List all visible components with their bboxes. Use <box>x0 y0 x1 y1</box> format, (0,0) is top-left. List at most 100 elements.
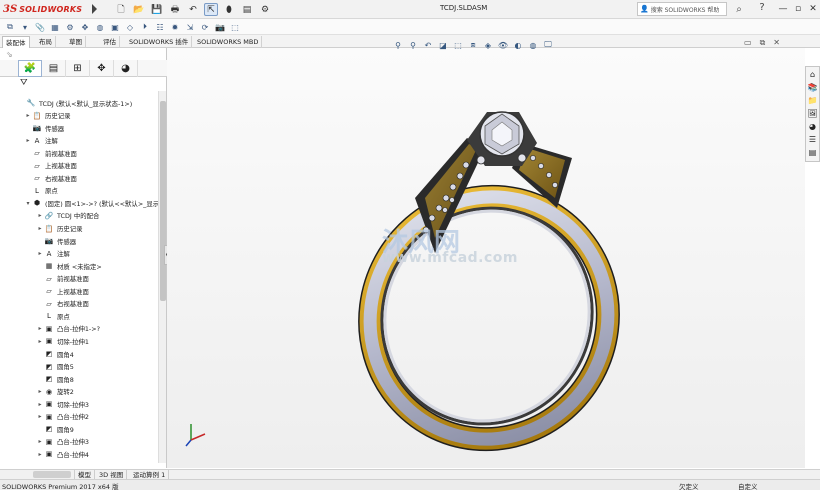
tree-node[interactable]: ◩ 圆角5 <box>36 361 74 373</box>
tree-scrollbar[interactable] <box>158 91 166 463</box>
new-document-icon[interactable]: 🗋 <box>114 3 128 16</box>
expand-toggle-icon[interactable]: ▸ <box>24 112 32 119</box>
help-icon[interactable]: ? <box>756 2 768 16</box>
tree-scroll-thumb[interactable] <box>160 101 166 301</box>
tree-node[interactable]: ▸ ▣ 凸台-拉伸2 <box>36 411 88 423</box>
instant3d-icon[interactable]: ⇲ <box>184 21 196 33</box>
tree-node[interactable]: ▸ ▣ 切除-拉伸3 <box>36 398 88 410</box>
file-explorer-icon[interactable]: 📁 <box>807 95 818 106</box>
appearances-icon[interactable]: ◕ <box>807 121 818 132</box>
undo-icon[interactable]: ↶ <box>186 3 200 16</box>
tree-node[interactable]: ▸ A 注解 <box>24 135 57 147</box>
open-document-icon[interactable]: 📂 <box>132 3 146 16</box>
expand-toggle-icon[interactable]: ▸ <box>24 137 32 144</box>
tree-node[interactable]: ▸ A 注解 <box>36 248 69 260</box>
tree-node[interactable]: 📷 传感器 <box>24 122 65 134</box>
tree-node[interactable]: L 原点 <box>36 310 70 322</box>
reference-geometry-icon[interactable]: ◇ <box>124 21 136 33</box>
expand-toggle-icon[interactable]: ▸ <box>36 388 44 395</box>
viewport-minimize-icon[interactable]: ▭ <box>744 38 752 48</box>
close-button[interactable]: ✕ <box>806 2 820 16</box>
viewport-window-controls: ▭ ⧉ ✕ <box>744 38 780 48</box>
custom-properties-icon[interactable]: ☰ <box>807 134 818 145</box>
tree-node[interactable]: ▸ ◉ 旋转2 <box>36 386 73 398</box>
smart-fasteners-icon[interactable]: ⚙ <box>64 21 76 33</box>
expand-toggle-icon[interactable]: ▸ <box>36 338 44 345</box>
tab-sketch[interactable]: 草图 <box>66 36 86 48</box>
tree-node[interactable]: ▸ 🔗 TCDJ 中的配合 <box>36 210 99 222</box>
tree-node[interactable]: ▱ 前视基准面 <box>36 273 89 285</box>
tab-mbd[interactable]: SOLIDWORKS MBD <box>194 36 263 48</box>
move-component-icon[interactable]: ✥ <box>79 21 91 33</box>
expand-toggle-icon[interactable]: ▸ <box>36 325 44 332</box>
viewport-restore-icon[interactable]: ⧉ <box>760 38 766 48</box>
tab-evaluate[interactable]: 评估 <box>100 36 120 48</box>
help-search-input[interactable]: 👤 搜索 SOLIDWORKS 帮助 <box>637 2 727 16</box>
take-snapshot-icon[interactable]: 📷 <box>214 21 226 33</box>
expand-toggle-icon[interactable]: ▸ <box>36 225 44 232</box>
tab-assembly[interactable]: 装配体 <box>2 36 30 48</box>
tree-node-label: 前视基准面 <box>45 149 77 158</box>
solidworks-resources-icon[interactable]: ⌂ <box>807 69 818 80</box>
viewport-close-icon[interactable]: ✕ <box>773 38 780 48</box>
large-assembly-icon[interactable]: ⬚ <box>229 21 241 33</box>
tree-node-label: 原点 <box>45 187 58 196</box>
tree-node[interactable]: ▸ ▣ 凸台-拉伸1->? <box>36 323 100 335</box>
new-motion-study-icon[interactable]: ⏵ <box>139 21 151 33</box>
solidworks-forum-icon[interactable]: ▤ <box>807 147 818 158</box>
solidworks-logo[interactable]: 3S SOLIDWORKS <box>3 3 82 16</box>
expand-toggle-icon[interactable]: ▸ <box>36 212 44 219</box>
tree-node[interactable]: ▱ 右视基准面 <box>24 172 77 184</box>
tree-node[interactable]: ▸ 📋 历史记录 <box>24 110 70 122</box>
tab-addins[interactable]: SOLIDWORKS 插件 <box>126 36 193 48</box>
file-properties-icon[interactable]: ▤ <box>240 3 254 16</box>
tab-layout[interactable]: 布局 <box>36 36 56 48</box>
update-speedpak-icon[interactable]: ⟳ <box>199 21 211 33</box>
expand-toggle-icon[interactable]: ▾ <box>24 200 32 207</box>
tree-node[interactable]: ▸ ▣ 切除-拉伸1 <box>36 335 88 347</box>
tree-node[interactable]: 📷 传感器 <box>36 235 77 247</box>
status-units[interactable]: 自定义 <box>738 481 758 490</box>
search-icon[interactable]: ⌕ <box>729 2 749 16</box>
tree-node[interactable]: ▾ ⬢ (固定) 圆<1>->? (默认<<默认>_显示 <box>24 197 158 209</box>
restore-button[interactable]: ▫ <box>791 2 805 16</box>
linear-pattern-icon[interactable]: ▦ <box>49 21 61 33</box>
expand-toggle-icon[interactable]: ▸ <box>36 438 44 445</box>
insert-component-icon[interactable]: ⧉ <box>4 21 16 33</box>
minimize-button[interactable]: — <box>776 2 790 16</box>
tree-node[interactable]: ▸ ▣ 凸台-拉伸4 <box>36 448 88 460</box>
tree-node[interactable]: ▸ 📋 历史记录 <box>36 223 82 235</box>
expand-toggle-icon[interactable]: ▸ <box>36 451 44 458</box>
tree-node[interactable]: ◩ 圆角4 <box>36 348 74 360</box>
side-stone-left <box>476 155 486 165</box>
tree-node[interactable]: 🔧 TCDJ (默认<默认_显示状态-1>) <box>18 97 133 109</box>
tree-node[interactable]: ▱ 上视基准面 <box>36 285 89 297</box>
exploded-view-icon[interactable]: ✹ <box>169 21 181 33</box>
tree-node[interactable]: ▦ 材质 <未指定> <box>36 260 102 272</box>
show-hidden-icon[interactable]: ◍ <box>94 21 106 33</box>
mate-icon[interactable]: 📎 <box>34 21 46 33</box>
expand-toggle-icon[interactable]: ▸ <box>36 401 44 408</box>
tree-node[interactable]: L 原点 <box>24 185 58 197</box>
tree-node[interactable]: ◩ 圆角8 <box>36 373 74 385</box>
select-arrow-icon[interactable]: ⇱ <box>204 3 218 16</box>
tree-node[interactable]: ▱ 前视基准面 <box>24 147 77 159</box>
expand-toggle-icon[interactable]: ▸ <box>36 250 44 257</box>
save-icon[interactable]: 💾 <box>150 3 164 16</box>
tree-node[interactable]: ▱ 上视基准面 <box>24 160 77 172</box>
traffic-light-icon[interactable]: ⬮ <box>222 3 236 16</box>
tree-node[interactable]: ▸ ▣ 凸台-拉伸3 <box>36 436 88 448</box>
design-library-icon[interactable]: 📚 <box>807 82 818 93</box>
options-gear-icon[interactable]: ⚙ <box>258 3 272 16</box>
menu-expand-icon[interactable] <box>92 4 97 14</box>
assembly-features-icon[interactable]: ▣ <box>109 21 121 33</box>
expand-toggle-icon[interactable]: ▸ <box>36 413 44 420</box>
horizontal-scroll-thumb[interactable] <box>33 471 71 478</box>
bill-of-materials-icon[interactable]: ☷ <box>154 21 166 33</box>
view-palette-icon[interactable]: 🖼 <box>807 108 818 119</box>
print-icon[interactable]: 🖶 <box>168 3 182 16</box>
tree-node[interactable]: ◩ 圆角9 <box>36 423 74 435</box>
dropdown-icon[interactable]: ▾ <box>19 21 31 33</box>
tree-node[interactable]: ▱ 右视基准面 <box>36 298 89 310</box>
feature-icon: 📷 <box>44 237 54 246</box>
